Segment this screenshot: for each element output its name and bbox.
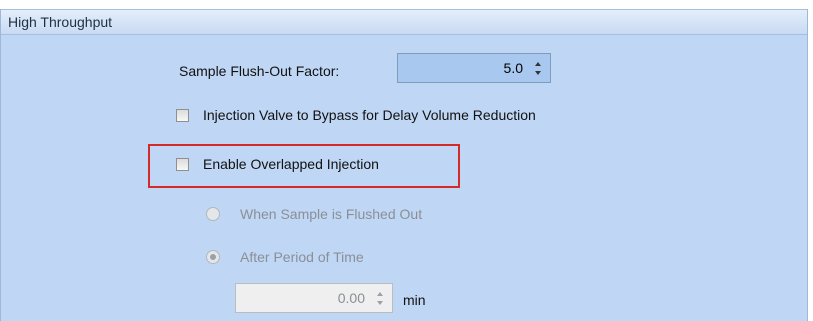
decrement-arrow-icon[interactable] [535,71,541,75]
decrement-arrow-icon[interactable] [377,301,383,305]
section-header: High Throughput [1,9,807,35]
when-flushed-out-radio[interactable] [206,207,220,221]
period-value: 0.00 [337,290,365,306]
increment-arrow-icon[interactable] [377,292,383,296]
period-spinner[interactable]: 0.00 [235,283,393,313]
flush-out-factor-stepper[interactable] [530,57,546,81]
radio-selected-dot [210,254,216,260]
flush-out-factor-spinner[interactable]: 5.0 [397,53,551,83]
after-period-radio[interactable] [206,250,220,264]
highlight-box [148,144,460,188]
when-flushed-out-label: When Sample is Flushed Out [240,206,423,222]
after-period-label: After Period of Time [240,249,364,265]
flush-out-factor-value: 5.0 [503,60,523,76]
increment-arrow-icon[interactable] [535,62,541,66]
injection-valve-bypass-checkbox[interactable] [176,109,189,122]
period-stepper[interactable] [372,287,388,311]
flush-out-factor-label: Sample Flush-Out Factor: [179,63,340,79]
injection-valve-bypass-label: Injection Valve to Bypass for Delay Volu… [203,107,536,123]
section-title: High Throughput [8,14,113,30]
period-unit-label: min [403,292,426,308]
